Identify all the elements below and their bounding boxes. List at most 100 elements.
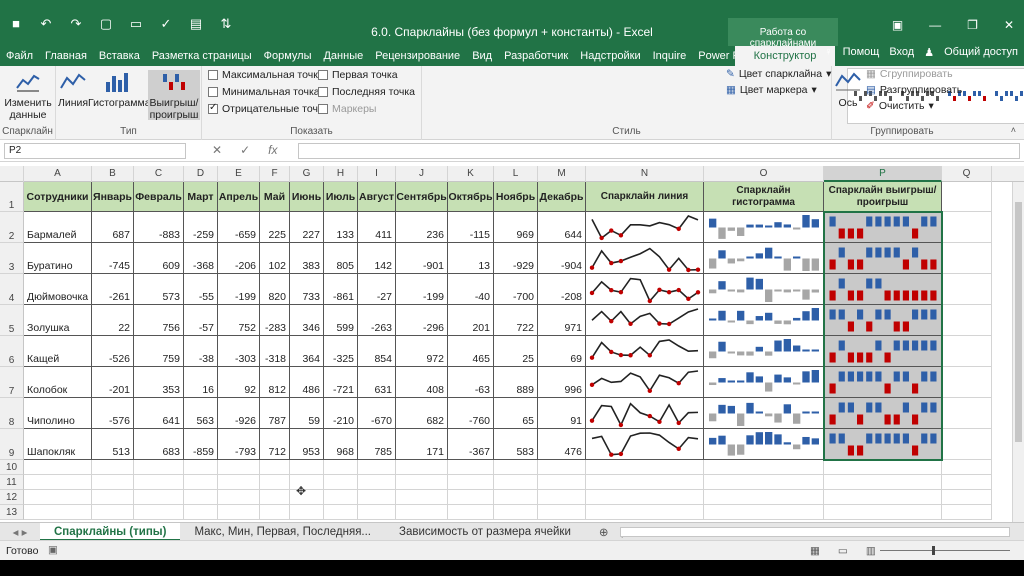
checkbox-box[interactable] [208,102,218,114]
value-cell[interactable]: 682 [396,398,448,429]
clear-button[interactable]: ✐ Очистить ▾ [866,100,934,112]
empty-cell[interactable] [218,475,260,490]
employee-name-cell[interactable]: Бармалей [24,212,92,243]
empty-cell[interactable] [260,490,290,505]
value-cell[interactable]: 16 [184,367,218,398]
column-header-B[interactable]: B [92,166,134,182]
header-cell[interactable]: Декабрь [538,182,586,212]
column-header-K[interactable]: K [448,166,494,182]
value-cell[interactable]: -40 [448,274,494,305]
empty-cell[interactable] [24,475,92,490]
sparkline-column-cell[interactable] [704,398,824,429]
sheet-tab-2[interactable]: Зависимость от размера ячейки [385,523,585,541]
value-cell[interactable]: 785 [358,429,396,460]
value-cell[interactable]: 583 [494,429,538,460]
empty-cell[interactable] [324,490,358,505]
empty-cell[interactable] [494,490,538,505]
value-cell[interactable]: -861 [324,274,358,305]
value-cell[interactable]: 641 [134,398,184,429]
header-cell[interactable]: Спарклайн линия [586,182,704,212]
horizontal-scrollbar[interactable] [620,527,1010,537]
value-cell[interactable]: -904 [538,243,586,274]
value-cell[interactable]: 971 [538,305,586,336]
sheet-tab-0[interactable]: Спарклайны (типы) [40,522,181,541]
value-cell[interactable]: -659 [218,212,260,243]
column-header-A[interactable]: A [24,166,92,182]
value-cell[interactable]: 733 [290,274,324,305]
value-cell[interactable]: 712 [260,429,290,460]
sparkline-color-button[interactable]: ✎ Цвет спарклайна ▾ [726,68,831,80]
column-header-E[interactable]: E [218,166,260,182]
page-layout-icon[interactable]: ▭ [838,545,848,557]
empty-cell[interactable] [290,460,324,475]
show-checkbox-5[interactable]: Маркеры [318,103,376,115]
type-line-button[interactable]: Линия [58,70,88,109]
value-cell[interactable]: 22 [92,305,134,336]
checkbox-box[interactable] [318,70,328,80]
empty-cell[interactable] [942,336,992,367]
header-cell[interactable]: Октябрь [448,182,494,212]
enter-icon[interactable]: ✓ [240,143,250,157]
row-header-3[interactable]: 3 [0,243,24,274]
column-header-N[interactable]: N [586,166,704,182]
value-cell[interactable]: 889 [494,367,538,398]
function-icon[interactable]: fx [268,143,277,157]
value-cell[interactable]: 353 [134,367,184,398]
tab-13[interactable]: Конструктор [735,46,835,66]
prev-sheet-icon[interactable]: ◂ ▸ [0,525,40,539]
empty-cell[interactable] [942,367,992,398]
vertical-scroll-thumb[interactable] [1015,202,1022,442]
column-header-Q[interactable]: Q [942,166,992,182]
value-cell[interactable]: 854 [358,336,396,367]
employee-name-cell[interactable]: Шапокляк [24,429,92,460]
empty-cell[interactable] [396,460,448,475]
value-cell[interactable]: -318 [260,336,290,367]
share-button[interactable]: Общий доступ [944,46,1018,59]
empty-cell[interactable] [704,460,824,475]
sparkline-column-cell[interactable] [704,429,824,460]
empty-cell[interactable] [24,505,92,520]
value-cell[interactable]: 408 [396,367,448,398]
empty-cell[interactable] [494,460,538,475]
marker-color-button[interactable]: ▦ Цвет маркера ▾ [726,84,817,96]
tab-8[interactable]: Разработчик [498,46,574,66]
empty-cell[interactable] [324,505,358,520]
header-cell[interactable]: Июнь [290,182,324,212]
empty-cell[interactable] [448,460,494,475]
empty-cell[interactable] [260,505,290,520]
empty-cell[interactable] [184,505,218,520]
value-cell[interactable]: 687 [92,212,134,243]
value-cell[interactable]: 102 [260,243,290,274]
value-cell[interactable]: -303 [218,336,260,367]
sparkline-line-cell[interactable] [586,429,704,460]
value-cell[interactable]: 364 [290,336,324,367]
value-cell[interactable]: -901 [396,243,448,274]
sparkline-winloss-cell[interactable] [824,367,942,398]
header-cell[interactable]: Январь [92,182,134,212]
value-cell[interactable]: -199 [218,274,260,305]
row-header-4[interactable]: 4 [0,274,24,305]
value-cell[interactable]: -199 [396,274,448,305]
empty-cell[interactable] [942,182,992,212]
tab-1[interactable]: Главная [39,46,93,66]
formula-input[interactable] [298,143,1020,159]
tab-0[interactable]: Файл [0,46,39,66]
empty-cell[interactable] [218,505,260,520]
sparkline-column-cell[interactable] [704,336,824,367]
empty-cell[interactable] [942,490,992,505]
value-cell[interactable]: 599 [324,305,358,336]
empty-cell[interactable] [942,475,992,490]
empty-cell[interactable] [260,475,290,490]
empty-cell[interactable] [92,475,134,490]
empty-cell[interactable] [494,475,538,490]
value-cell[interactable]: -760 [448,398,494,429]
value-cell[interactable]: -721 [324,367,358,398]
row-header-6[interactable]: 6 [0,336,24,367]
show-checkbox-0[interactable]: Максимальная точка [208,69,324,81]
value-cell[interactable]: 722 [494,305,538,336]
empty-cell[interactable] [824,490,942,505]
value-cell[interactable]: 92 [218,367,260,398]
sparkline-winloss-cell[interactable] [824,243,942,274]
header-cell[interactable]: Сотрудники [24,182,92,212]
empty-cell[interactable] [942,505,992,520]
